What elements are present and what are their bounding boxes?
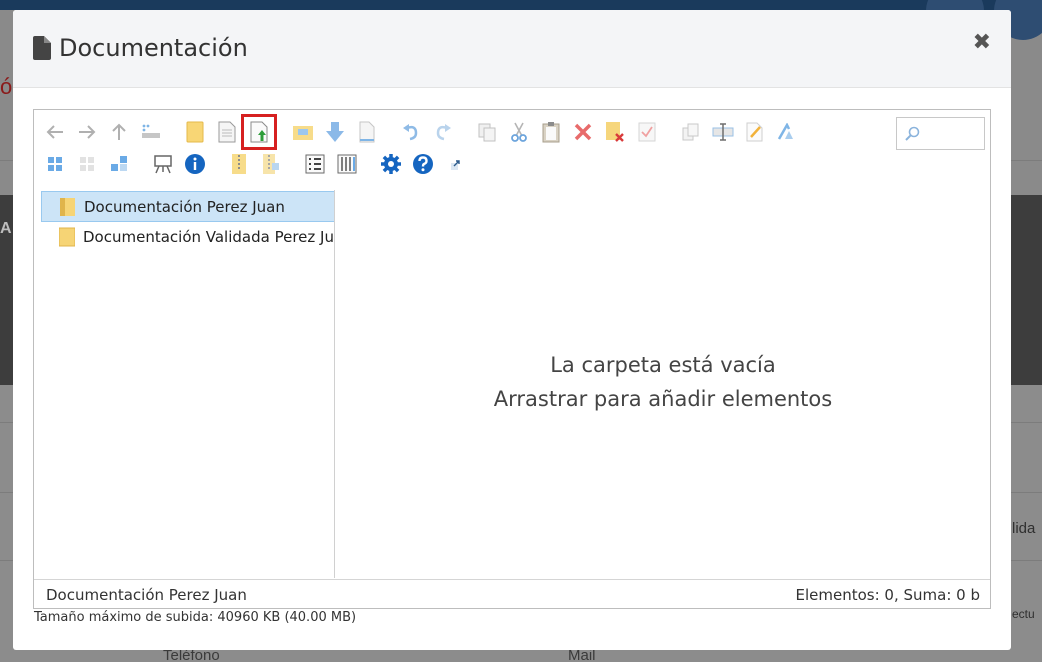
tree-item-label: Documentación Validada Perez Juan [83,227,335,246]
compress-icon[interactable] [258,151,284,177]
empty-message-line-1: La carpeta está vacía [550,353,776,377]
background-partial-text: A [0,220,12,237]
background-partial-text: lida [1012,520,1036,537]
file-icon [33,36,51,60]
getfile-icon[interactable] [354,119,380,145]
back-icon[interactable] [42,119,68,145]
folder-open-icon [60,197,76,217]
rename-icon[interactable] [678,119,704,145]
status-bar: Documentación Perez Juan Elementos: 0, S… [34,579,990,608]
tree-item-label: Documentación Perez Juan [84,197,285,216]
paste-icon[interactable] [538,119,564,145]
forward-icon[interactable] [74,119,100,145]
toolbar-row-2 [42,150,474,178]
file-content-area[interactable]: La carpeta está vacía Arrastrar para aña… [336,190,990,578]
icons-view-icon[interactable] [42,151,68,177]
modal-title-group: Documentación [33,34,248,62]
extract-icon[interactable] [226,151,252,177]
columns-icon[interactable] [302,151,328,177]
help-icon[interactable] [410,151,436,177]
close-button[interactable]: ✖ [973,30,991,55]
cut-icon[interactable] [506,119,532,145]
search-input[interactable] [921,124,979,144]
status-path: Documentación Perez Juan [46,586,247,604]
background-partial-text: ectu [1012,607,1035,621]
upload-size-note: Tamaño máximo de subida: 40960 KB (40.00… [34,610,357,625]
folder-tree: Documentación Perez Juan Documentación V… [34,190,335,578]
download-icon[interactable] [322,119,348,145]
resize-icon[interactable] [742,119,768,145]
delete-icon[interactable] [570,119,596,145]
up-icon[interactable] [106,119,132,145]
edit-icon[interactable] [710,119,736,145]
upload-icon[interactable] [241,114,277,150]
open-icon[interactable] [290,119,316,145]
empty-folder-message: La carpeta está vacía Arrastrar para aña… [336,348,990,416]
toolbar-row-1 [42,114,806,150]
tree-item-documentacion-validada[interactable]: Documentación Validada Perez Juan [41,221,335,252]
documentation-modal: Documentación ✖ Documentación Perez Juan… [13,10,1011,650]
preview-icon[interactable] [150,151,176,177]
empty-folder-icon[interactable] [602,119,628,145]
file-manager: Documentación Perez Juan Documentación V… [33,109,991,609]
undo-icon[interactable] [398,119,424,145]
settings-icon[interactable] [378,151,404,177]
copy-icon[interactable] [474,119,500,145]
empty-message-line-2: Arrastrar para añadir elementos [493,387,833,411]
search-icon [904,126,920,146]
new-file-icon[interactable] [214,119,240,145]
background-partial-text: ó [0,74,13,99]
modal-title: Documentación [59,34,248,62]
duplicate-icon[interactable] [634,119,660,145]
sort-icon[interactable] [334,151,360,177]
toolbar [34,110,990,190]
tree-item-documentacion[interactable]: Documentación Perez Juan [41,191,334,222]
info-icon[interactable] [182,151,208,177]
archive-icon[interactable] [774,119,800,145]
redo-icon[interactable] [430,119,456,145]
fullscreen-icon[interactable] [442,151,468,177]
reload-icon[interactable] [138,119,164,145]
new-folder-icon[interactable] [182,119,208,145]
status-summary: Elementos: 0, Suma: 0 b [795,586,980,604]
grid-view-icon[interactable] [74,151,100,177]
list-view-icon[interactable] [106,151,132,177]
folder-icon [58,227,76,247]
modal-header: Documentación ✖ [13,10,1011,88]
background-topbar [0,0,1042,10]
search-box[interactable] [896,117,985,150]
